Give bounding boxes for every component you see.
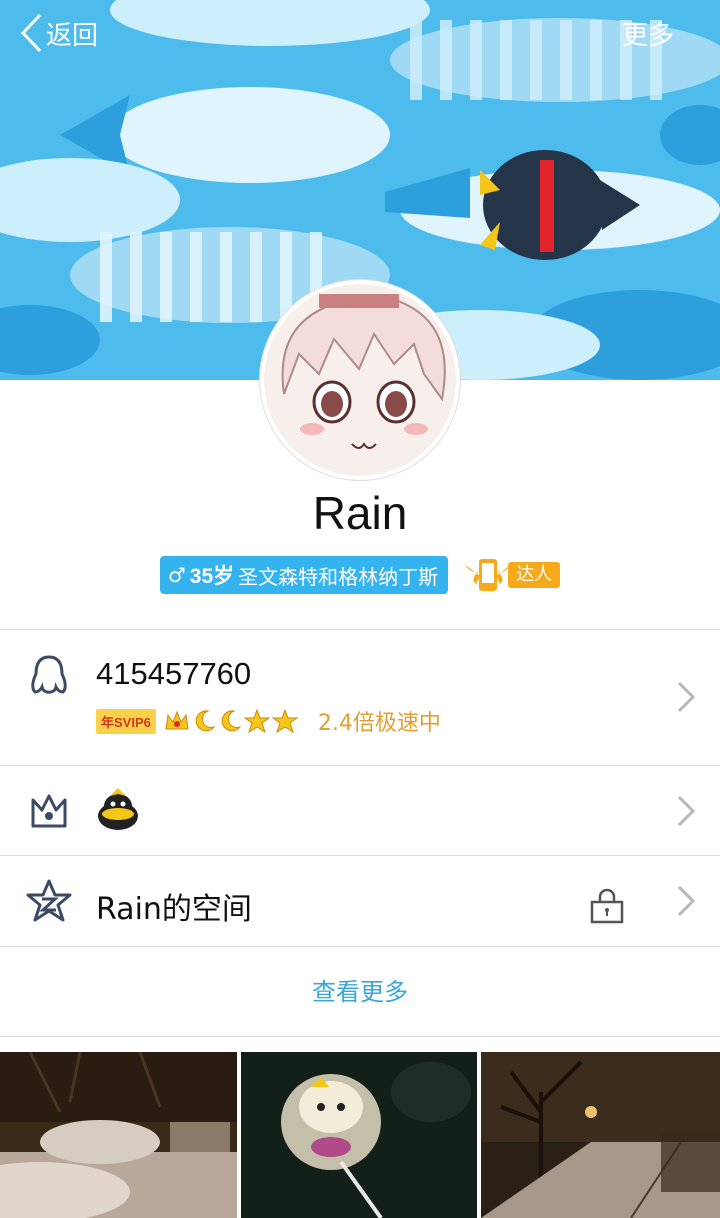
penguin-outline-icon bbox=[24, 652, 74, 702]
profile-info-tag: ♂ 35岁 圣文森特和格林纳丁斯 bbox=[159, 556, 449, 594]
qq-number: 415457760 bbox=[96, 656, 252, 691]
vip-privilege-row[interactable] bbox=[0, 766, 720, 855]
back-label: 返回 bbox=[46, 20, 99, 51]
back-button[interactable]: 返回 bbox=[20, 10, 98, 56]
location-text: 圣文森特和格林纳丁斯 bbox=[238, 564, 439, 589]
star-level-icon bbox=[243, 709, 270, 733]
lock-icon bbox=[590, 888, 624, 924]
chevron-right-icon bbox=[677, 885, 696, 917]
avatar-image bbox=[264, 284, 456, 476]
qzone-label: Rain的空间 bbox=[96, 892, 252, 927]
penguin-pet-icon bbox=[98, 788, 138, 830]
crown-level-icon bbox=[165, 710, 189, 730]
gender-male-icon: ♂ bbox=[167, 563, 186, 587]
profile-badges: ♂ 35岁 圣文森特和格林纳丁斯 达人 bbox=[0, 554, 720, 596]
vip-info: 年SVIP6 2.4倍极速中 bbox=[96, 706, 441, 736]
daren-label: 达人 bbox=[508, 562, 561, 588]
star-z-icon bbox=[24, 876, 74, 926]
top-nav-bar: 返回 更多 bbox=[0, 0, 720, 70]
qq-account-row[interactable]: 415457760 年SVIP6 2.4倍极速中 bbox=[0, 630, 720, 765]
more-button[interactable]: 更多 bbox=[622, 10, 674, 56]
level-icons bbox=[164, 709, 298, 733]
photo-thumbnail[interactable] bbox=[241, 1052, 477, 1218]
age-text: 35岁 bbox=[189, 565, 235, 588]
svip-badge: 年SVIP6 bbox=[96, 708, 156, 734]
divider bbox=[0, 946, 720, 947]
crown-icon bbox=[24, 786, 74, 836]
photo-thumbnail[interactable] bbox=[0, 1052, 237, 1218]
chevron-right-icon bbox=[677, 681, 696, 713]
speed-text: 2.4倍极速中 bbox=[317, 711, 441, 736]
back-chevron-icon bbox=[20, 13, 42, 53]
qzone-row[interactable]: Rain的空间 bbox=[0, 856, 720, 946]
moon-level-icon bbox=[221, 710, 242, 732]
photo-strip bbox=[0, 1052, 720, 1218]
star-level-icon bbox=[271, 709, 298, 733]
winged-phone-icon bbox=[464, 559, 513, 591]
photo-thumbnail[interactable] bbox=[481, 1052, 720, 1218]
avatar[interactable] bbox=[260, 280, 460, 480]
chevron-right-icon bbox=[677, 795, 696, 827]
nickname: Rain bbox=[312, 487, 408, 539]
moon-level-icon bbox=[195, 710, 216, 732]
divider bbox=[0, 1036, 720, 1037]
see-more-link[interactable]: 查看更多 bbox=[0, 972, 720, 1007]
daren-badge[interactable]: 达人 bbox=[462, 556, 561, 594]
